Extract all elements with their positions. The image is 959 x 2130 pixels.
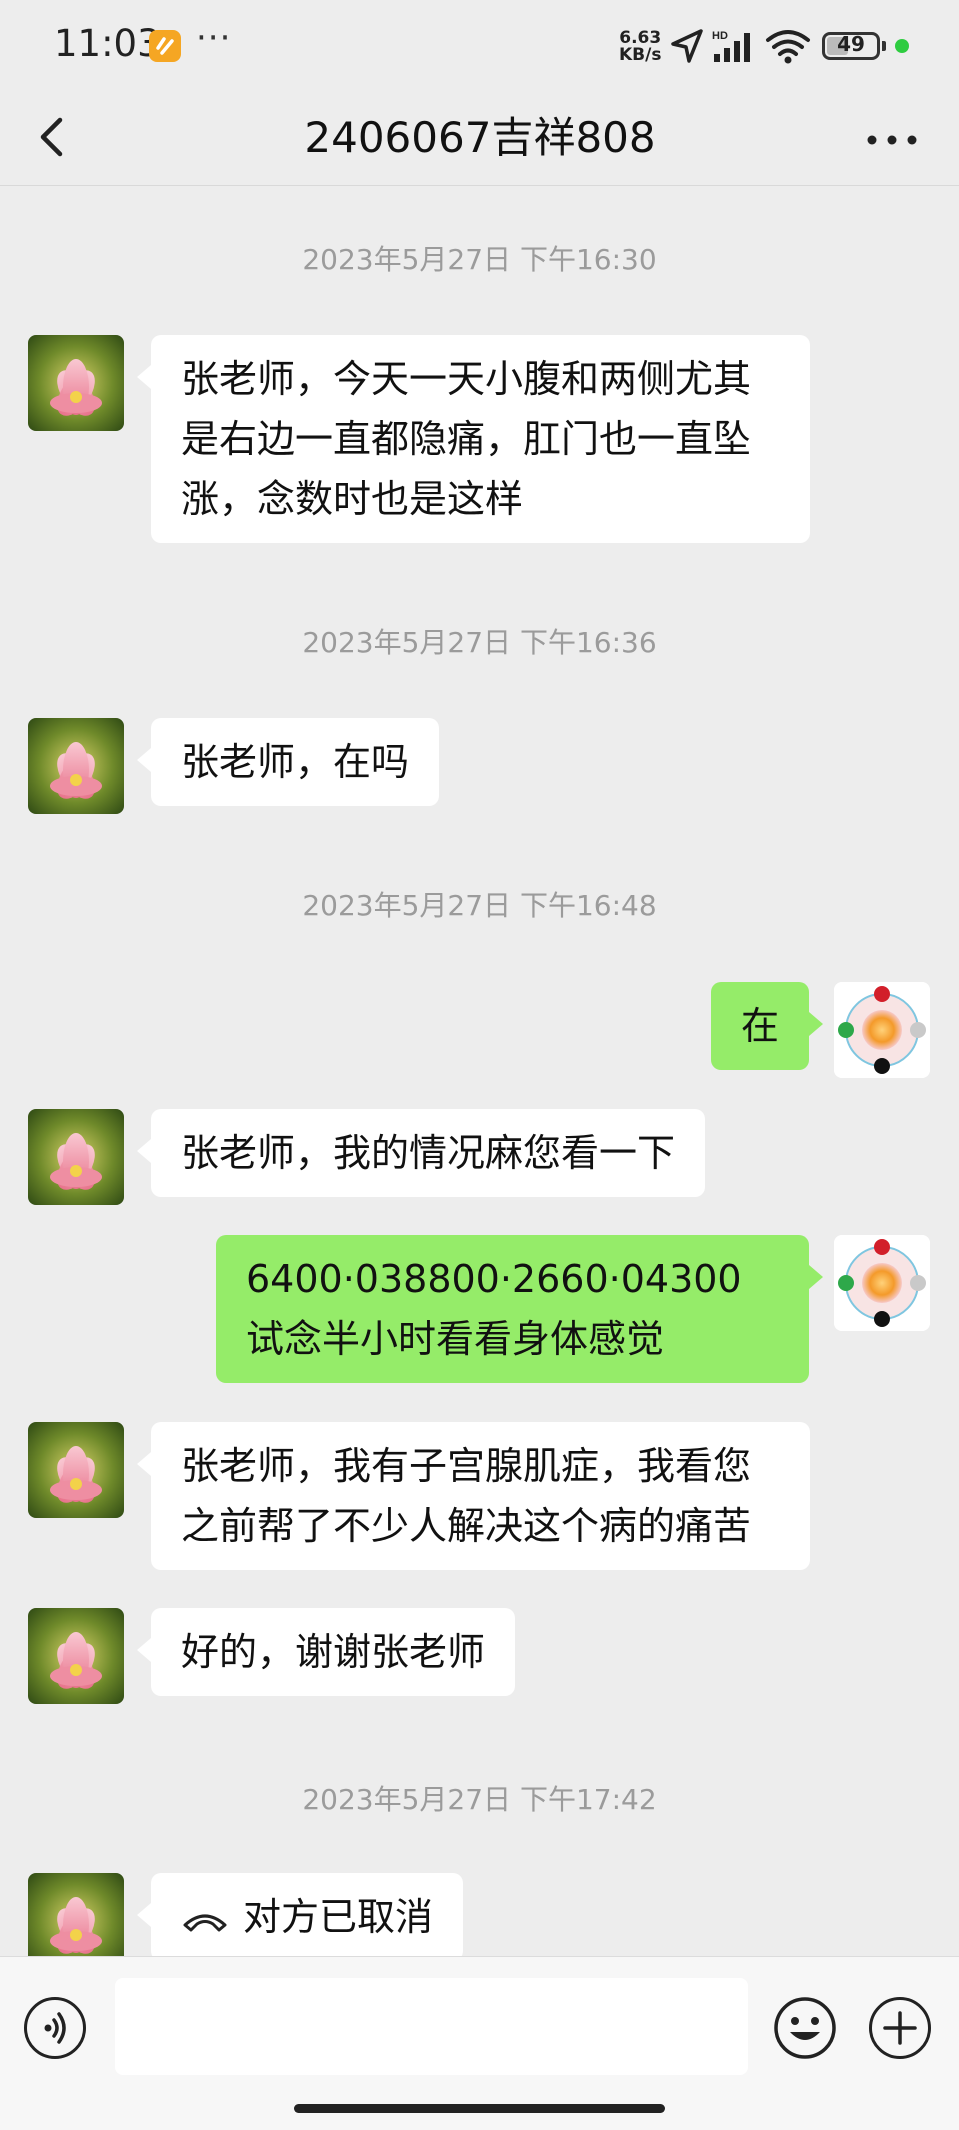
page-title: 2406067吉祥808	[304, 113, 656, 162]
emoji-icon[interactable]	[773, 1996, 837, 2060]
chevron-left-icon[interactable]	[30, 112, 80, 162]
message-line: 6400·038800·2660·04300	[246, 1257, 742, 1301]
message-bubble[interactable]: 张老师，今天一天小腹和两侧尤其 是右边一直都隐痛，肛门也一直坠 涨，念数时也是这…	[137, 335, 810, 543]
avatar[interactable]	[28, 1109, 124, 1205]
hd-signal-icon: HD	[712, 30, 750, 62]
lotus-avatar-image	[28, 1608, 124, 1704]
message-line: 张老师，我的情况麻您看一下	[181, 1131, 676, 1175]
message-line: 张老师，我有子宫腺肌症，我看您	[181, 1444, 752, 1488]
message-line: 张老师，今天一天小腹和两侧尤其	[181, 357, 752, 401]
battery-icon: 49	[822, 32, 880, 60]
lotus-avatar-image	[28, 1422, 124, 1518]
home-indicator[interactable]	[294, 2104, 665, 2113]
message-bubble[interactable]: 张老师，在吗	[136, 718, 440, 806]
more-dots-icon[interactable]	[862, 120, 922, 160]
message-line: 好的，谢谢张老师	[181, 1630, 486, 1674]
message-line: 涨，念数时也是这样	[181, 477, 524, 521]
timestamp: 2023年5月27日 下午16:30	[302, 243, 657, 276]
message-input[interactable]	[115, 1978, 748, 2075]
avatar[interactable]	[28, 1873, 124, 1956]
app-notification-icon	[149, 30, 181, 62]
voice-icon[interactable]	[24, 1997, 86, 2059]
message-bubble[interactable]: 好的，谢谢张老师	[136, 1608, 516, 1696]
svg-text:HD: HD	[712, 30, 728, 42]
call-cancelled-bubble[interactable]: 对方已取消	[136, 1873, 464, 1956]
call-status-text: 对方已取消	[243, 1895, 434, 1939]
battery-text: 49	[837, 32, 865, 56]
avatar[interactable]	[28, 335, 124, 431]
lotus-avatar-image	[28, 718, 124, 814]
chat-area[interactable]: 2023年5月27日 下午16:30 张老师，今天一天小腹和两侧尤其 是右边一直…	[0, 187, 959, 1956]
lotus-avatar-image	[28, 1873, 124, 1956]
message-line: 在	[741, 1004, 780, 1048]
lotus-avatar-image	[28, 1109, 124, 1205]
message-line: 张老师，在吗	[181, 740, 410, 784]
wheel-avatar-image	[834, 1235, 930, 1331]
message-bubble-self[interactable]: 6400·038800·2660·04300 试念半小时看看身体感觉	[216, 1235, 823, 1383]
phone-hangup-icon	[183, 1914, 227, 1931]
plus-icon[interactable]	[869, 1997, 931, 2059]
self-avatar[interactable]	[834, 982, 930, 1078]
status-time: 11:03	[54, 22, 161, 65]
location-arrow-icon	[671, 29, 703, 63]
wheel-avatar-image	[834, 982, 930, 1078]
message-bubble-self[interactable]: 在	[711, 982, 824, 1070]
message-line: 之前帮了不少人解决这个病的痛苦	[181, 1504, 752, 1548]
net-speed-unit: KB/s	[619, 45, 662, 65]
message-bubble[interactable]: 张老师，我有子宫腺肌症，我看您 之前帮了不少人解决这个病的痛苦	[137, 1422, 810, 1570]
nav-bar: 2406067吉祥808	[0, 92, 959, 186]
avatar[interactable]	[28, 1422, 124, 1518]
avatar[interactable]	[28, 718, 124, 814]
timestamp: 2023年5月27日 下午17:42	[302, 1783, 657, 1816]
message-line: 试念半小时看看身体感觉	[246, 1317, 665, 1361]
timestamp: 2023年5月27日 下午16:36	[302, 626, 657, 659]
battery-tip	[882, 41, 886, 51]
status-bar: 11:03 ··· 6.63 KB/s HD 49	[0, 0, 959, 92]
self-avatar[interactable]	[834, 1235, 930, 1331]
wifi-icon	[766, 30, 810, 64]
timestamp: 2023年5月27日 下午16:48	[302, 889, 657, 922]
message-line: 是右边一直都隐痛，肛门也一直坠	[181, 417, 752, 461]
lotus-avatar-image	[28, 335, 124, 431]
avatar[interactable]	[28, 1608, 124, 1704]
active-dot-icon	[895, 39, 909, 53]
net-speed: 6.63 KB/s	[619, 30, 661, 64]
message-bubble[interactable]: 张老师，我的情况麻您看一下	[136, 1109, 706, 1197]
status-more-dots: ···	[196, 18, 232, 58]
